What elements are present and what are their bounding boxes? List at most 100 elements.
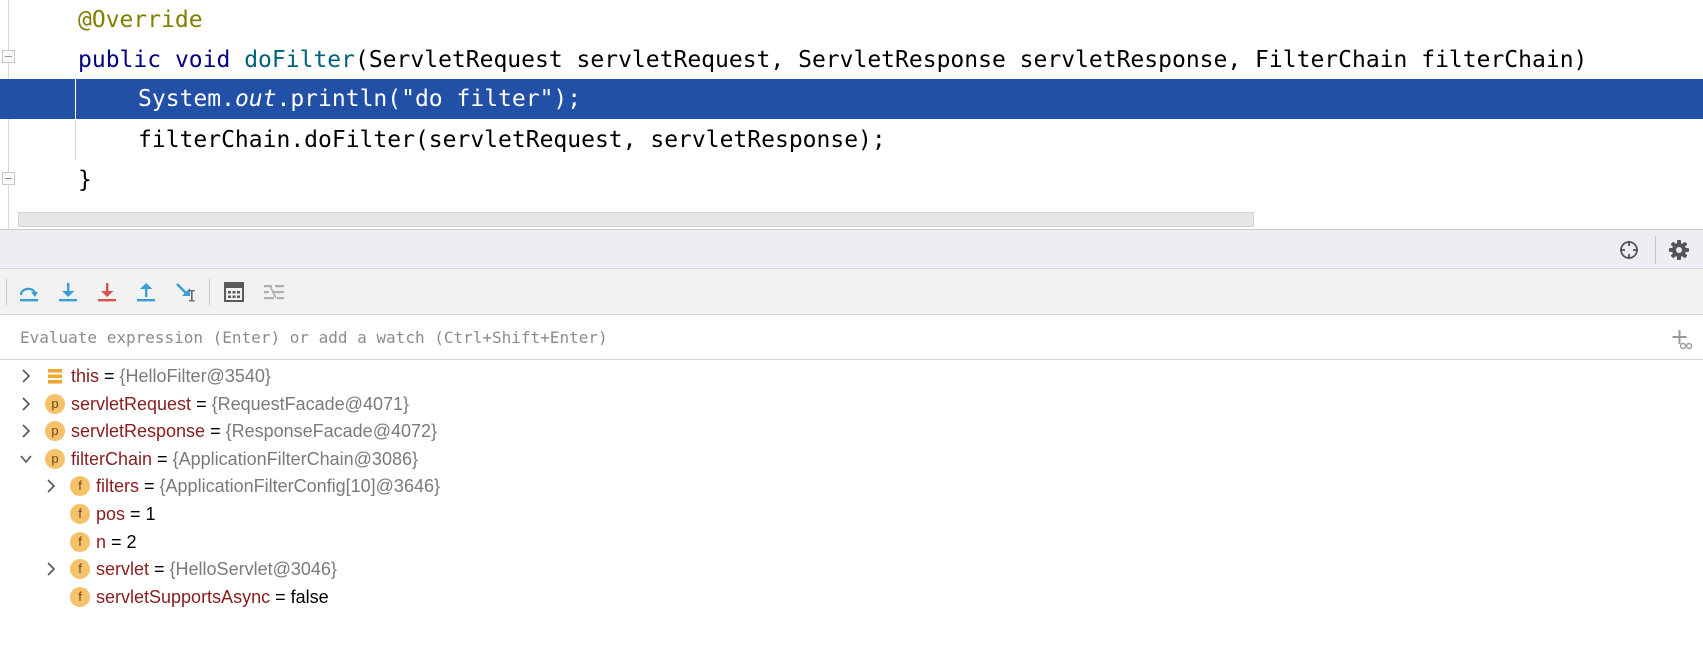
variable-name: servletRequest [71, 393, 192, 414]
code-token: (ServletRequest servletRequest, ServletR… [354, 47, 1588, 73]
code-token: filterChain.doFilter(servletRequest, ser… [138, 127, 886, 153]
step-out-icon [137, 283, 155, 302]
debugger-toolbar [0, 269, 1703, 315]
code-editor[interactable]: @Override public void doFilter(ServletRe… [0, 0, 1703, 229]
code-token: @Override [78, 7, 203, 33]
chevron-right-icon[interactable] [18, 396, 34, 412]
variable-name: n [96, 531, 107, 552]
field-icon: f [70, 476, 90, 497]
code-token: void [174, 47, 231, 73]
variable-text: servletResponse = {ResponseFacade@4072} [71, 416, 437, 446]
field-icon: f [70, 531, 90, 552]
variable-row-n[interactable]: fn = 2 [0, 527, 1703, 557]
variable-text: filterChain = {ApplicationFilterChain@30… [71, 444, 418, 474]
variable-value: 2 [126, 531, 137, 552]
variable-row-pos[interactable]: f pos = 1 [0, 499, 1703, 529]
code-line[interactable]: public void doFilter(ServletRequest serv… [0, 40, 1703, 80]
code-token: public [78, 47, 162, 73]
indent-guide [75, 120, 76, 160]
code-token: .println("do filter"); [276, 86, 582, 112]
gear-icon [1669, 240, 1689, 260]
variable-equals: = [149, 559, 170, 580]
code-token: System. [138, 86, 235, 112]
step-over-button[interactable] [14, 277, 44, 307]
variable-name: pos [96, 504, 126, 524]
chevron-right-icon[interactable] [18, 423, 34, 439]
field-icon: f [70, 586, 90, 607]
variable-row-servletResponse[interactable]: p servletResponse = {ResponseFacade@4072} [0, 416, 1703, 446]
variable-name: servletResponse [71, 421, 206, 442]
step-into-button[interactable] [53, 277, 83, 307]
variable-row-filters[interactable]: f filters = {ApplicationFilterConfig[10]@… [0, 471, 1703, 501]
code-line[interactable]: filterChain.doFilter(servletRequest, ser… [0, 120, 1703, 160]
header-separator [1655, 236, 1656, 264]
variable-value: 1 [145, 504, 156, 524]
parameter-icon: p [45, 448, 65, 469]
variable-name: filterChain [71, 448, 153, 469]
chevron-right-icon[interactable] [43, 561, 59, 577]
chevron-right-icon[interactable] [18, 368, 34, 384]
crosshair-icon [1620, 241, 1638, 259]
step-out-button[interactable] [131, 277, 161, 307]
evaluate-expression-bar [0, 315, 1703, 360]
variable-name: servletSupportsAsync [96, 586, 271, 607]
evaluate-expression-button[interactable] [219, 277, 249, 307]
chevron-down-icon[interactable] [18, 451, 34, 467]
code-token: } [78, 167, 92, 193]
variable-row-this[interactable]: this = {HelloFilter@3540} [0, 361, 1703, 391]
code-token: out [234, 86, 277, 112]
variable-row-servletRequest[interactable]: p servletRequest = {RequestFacade@4071} [0, 389, 1703, 419]
variable-row-filterChain[interactable]: p filterChain = {ApplicationFilterChain@3… [0, 444, 1703, 474]
variable-value: {RequestFacade@4071} [211, 393, 409, 414]
variable-text: servletSupportsAsync = false [96, 582, 329, 612]
variable-value: false [290, 586, 329, 607]
code-token: doFilter [244, 47, 355, 73]
parameter-icon: p [45, 393, 65, 414]
variable-equals: = [191, 393, 212, 414]
stream-trace-icon [264, 285, 284, 300]
force-step-into-button[interactable] [92, 277, 122, 307]
variable-text: this = {HelloFilter@3540} [71, 361, 271, 391]
trace-current-stream-button[interactable] [259, 277, 289, 307]
evaluate-expression-input[interactable] [8, 321, 1648, 353]
variable-equals: = [152, 448, 173, 469]
variable-row-servletSupportsAsync[interactable]: f servletSupportsAsync = false [0, 582, 1703, 612]
variable-text: servletRequest = {RequestFacade@4071} [71, 389, 409, 419]
field-icon: f [70, 559, 90, 580]
variables-tree: this = {HelloFilter@3540} p servletRequest… [0, 360, 1703, 665]
field-icon: f [70, 504, 90, 524]
add-watch-icon[interactable] [1668, 327, 1692, 351]
debug-panel-header [0, 229, 1703, 269]
chevron-right-icon[interactable] [43, 478, 59, 494]
code-line[interactable]: @Override [0, 0, 1703, 40]
run-to-cursor-button[interactable] [170, 277, 200, 307]
code-text: } [78, 160, 92, 200]
variable-text: servlet = {HelloServlet@3046} [96, 554, 337, 584]
toolbar-separator [6, 279, 7, 305]
variable-value: {ApplicationFilterConfig[10]@3646} [159, 476, 440, 497]
indent-guide [75, 79, 76, 119]
calculator-icon [224, 282, 244, 302]
variable-equals: = [125, 504, 146, 524]
variable-value: {HelloServlet@3046} [169, 559, 337, 580]
run-to-cursor-icon [176, 283, 195, 302]
variable-name: servlet [96, 559, 150, 580]
code-text: filterChain.doFilter(servletRequest, ser… [138, 120, 886, 160]
variable-value: {HelloFilter@3540} [119, 366, 271, 386]
variable-value: {ResponseFacade@4072} [225, 421, 438, 442]
variable-equals: = [139, 476, 160, 497]
restore-layout-button[interactable] [1615, 236, 1643, 264]
code-line[interactable]: } [0, 160, 1703, 200]
settings-button[interactable] [1665, 236, 1693, 264]
step-into-icon [59, 283, 77, 302]
parameter-icon: p [45, 421, 65, 442]
code-text: System.out.println("do filter"); [138, 79, 581, 119]
force-step-into-icon [98, 283, 116, 302]
variable-name: this [71, 366, 100, 386]
code-line-selected[interactable]: System.out.println("do filter"); [0, 79, 1703, 119]
variable-row-servlet[interactable]: f servlet = {HelloServlet@3046} [0, 554, 1703, 584]
horizontal-scrollbar[interactable] [18, 212, 1254, 227]
code-text: public void doFilter(ServletRequest serv… [78, 40, 1587, 80]
